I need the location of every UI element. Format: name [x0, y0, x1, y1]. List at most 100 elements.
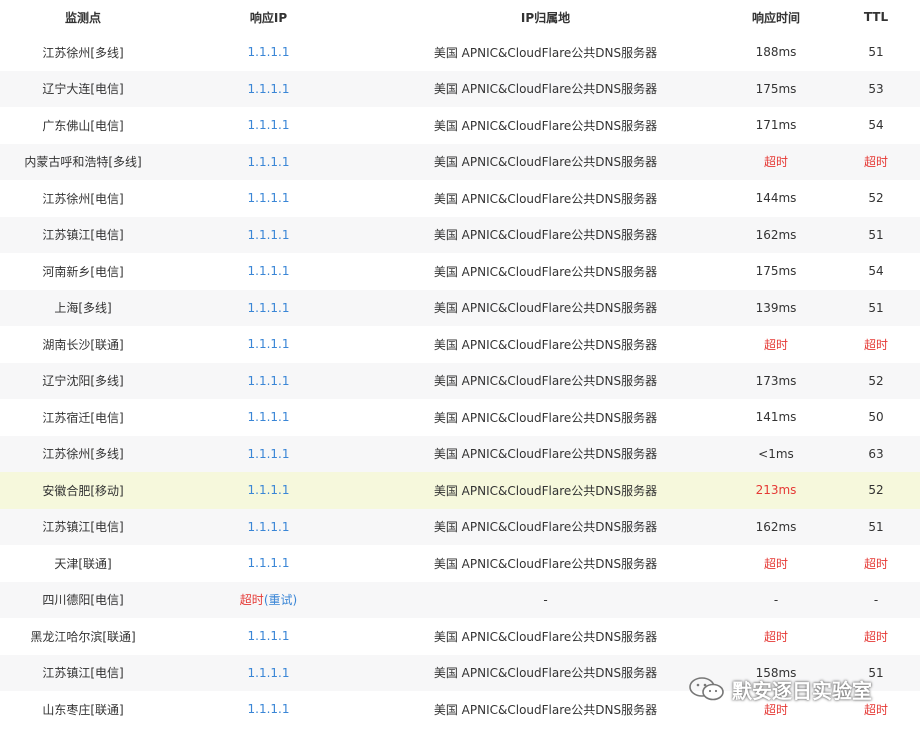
cell-ip-location: 美国 APNIC&CloudFlare公共DNS服务器 [371, 691, 720, 728]
table-row: 江苏镇江[电信] 1.1.1.1 美国 APNIC&CloudFlare公共DNS服… [0, 508, 920, 545]
cell-ip-location: 美国 APNIC&CloudFlare公共DNS服务器 [371, 180, 720, 217]
cell-site: 湖南长沙[联通] [0, 326, 166, 363]
cell-ip-location: 美国 APNIC&CloudFlare公共DNS服务器 [371, 618, 720, 655]
cell-ttl: 51 [832, 216, 920, 253]
cell-ip-location: 美国 APNIC&CloudFlare公共DNS服务器 [371, 508, 720, 545]
cell-site: 河南新乡[电信] [0, 253, 166, 290]
cell-response-time: - [720, 581, 832, 618]
cell-ip-location: 美国 APNIC&CloudFlare公共DNS服务器 [371, 362, 720, 399]
retry-link[interactable]: (重试) [264, 593, 297, 607]
cell-response-time: 超时 [720, 545, 832, 582]
cell-response-time: 超时 [720, 326, 832, 363]
cell-ip-location: 美国 APNIC&CloudFlare公共DNS服务器 [371, 216, 720, 253]
response-ip-link[interactable]: 1.1.1.1 [248, 155, 290, 169]
cell-ttl: 超时 [832, 143, 920, 180]
response-ip-link[interactable]: 1.1.1.1 [248, 556, 290, 570]
cell-ttl: 51 [832, 508, 920, 545]
table-row: 湖南长沙[联通] 1.1.1.1 美国 APNIC&CloudFlare公共DNS服… [0, 326, 920, 363]
response-ip-link[interactable]: 1.1.1.1 [248, 301, 290, 315]
response-ip-link[interactable]: 1.1.1.1 [248, 483, 290, 497]
response-ip-link[interactable]: 1.1.1.1 [248, 191, 290, 205]
cell-ttl: 超时 [832, 545, 920, 582]
table-row: 广东佛山[电信] 1.1.1.1 美国 APNIC&CloudFlare公共DNS服… [0, 107, 920, 144]
cell-response-time: 188ms [720, 34, 832, 71]
cell-site: 江苏宿迁[电信] [0, 399, 166, 436]
cell-response-ip: 1.1.1.1 [166, 289, 371, 326]
cell-ttl: 52 [832, 180, 920, 217]
cell-site: 辽宁大连[电信] [0, 70, 166, 107]
cell-site: 内蒙古呼和浩特[多线] [0, 143, 166, 180]
cell-ip-location: 美国 APNIC&CloudFlare公共DNS服务器 [371, 545, 720, 582]
table-row: 江苏徐州[电信] 1.1.1.1 美国 APNIC&CloudFlare公共DNS服… [0, 180, 920, 217]
response-ip-link[interactable]: 1.1.1.1 [248, 520, 290, 534]
cell-site: 上海[多线] [0, 289, 166, 326]
cell-response-ip: 1.1.1.1 [166, 216, 371, 253]
cell-response-time: 139ms [720, 289, 832, 326]
cell-response-ip: 1.1.1.1 [166, 654, 371, 691]
watermark-text: 默安逐日实验室 [732, 678, 872, 703]
cell-response-ip: 1.1.1.1 [166, 143, 371, 180]
table-row: 天津[联通] 1.1.1.1 美国 APNIC&CloudFlare公共DNS服务器… [0, 545, 920, 582]
header-ip-location: IP归属地 [371, 0, 720, 34]
cell-response-time: <1ms [720, 435, 832, 472]
cell-ttl: 54 [832, 107, 920, 144]
table-row: 江苏徐州[多线] 1.1.1.1 美国 APNIC&CloudFlare公共DNS服… [0, 435, 920, 472]
response-ip-link[interactable]: 1.1.1.1 [248, 666, 290, 680]
response-ip-link[interactable]: 1.1.1.1 [248, 447, 290, 461]
cell-ip-location: - [371, 581, 720, 618]
response-ip-link[interactable]: 1.1.1.1 [248, 45, 290, 59]
cell-ttl: 51 [832, 289, 920, 326]
cell-ip-location: 美国 APNIC&CloudFlare公共DNS服务器 [371, 472, 720, 509]
cell-site: 江苏徐州[电信] [0, 180, 166, 217]
cell-ttl: 63 [832, 435, 920, 472]
cell-response-time: 171ms [720, 107, 832, 144]
cell-site: 天津[联通] [0, 545, 166, 582]
table-row: 辽宁大连[电信] 1.1.1.1 美国 APNIC&CloudFlare公共DNS服… [0, 70, 920, 107]
table-body: 江苏徐州[多线] 1.1.1.1 美国 APNIC&CloudFlare公共DNS服… [0, 34, 920, 728]
cell-site: 黑龙江哈尔滨[联通] [0, 618, 166, 655]
response-ip-link[interactable]: 1.1.1.1 [248, 228, 290, 242]
response-ip-link[interactable]: 1.1.1.1 [248, 82, 290, 96]
cell-ip-location: 美国 APNIC&CloudFlare公共DNS服务器 [371, 399, 720, 436]
cell-response-ip: 1.1.1.1 [166, 508, 371, 545]
table-row: 上海[多线] 1.1.1.1 美国 APNIC&CloudFlare公共DNS服务器… [0, 289, 920, 326]
cell-response-ip: 1.1.1.1 [166, 326, 371, 363]
ping-results-table: 监测点 响应IP IP归属地 响应时间 TTL 江苏徐州[多线] 1.1.1.1 美… [0, 0, 920, 728]
cell-ttl: 51 [832, 34, 920, 71]
table-row: 黑龙江哈尔滨[联通] 1.1.1.1 美国 APNIC&CloudFlare公共DN… [0, 618, 920, 655]
cell-response-ip: 1.1.1.1 [166, 691, 371, 728]
cell-ip-location: 美国 APNIC&CloudFlare公共DNS服务器 [371, 435, 720, 472]
table-row: 江苏徐州[多线] 1.1.1.1 美国 APNIC&CloudFlare公共DNS服… [0, 34, 920, 71]
cell-site: 江苏徐州[多线] [0, 435, 166, 472]
cell-ip-location: 美国 APNIC&CloudFlare公共DNS服务器 [371, 654, 720, 691]
response-ip-link[interactable]: 1.1.1.1 [248, 264, 290, 278]
header-response-ip: 响应IP [166, 0, 371, 34]
cell-ttl: 50 [832, 399, 920, 436]
cell-response-ip: 1.1.1.1 [166, 253, 371, 290]
cell-response-ip: 1.1.1.1 [166, 472, 371, 509]
response-ip-link[interactable]: 1.1.1.1 [248, 629, 290, 643]
cell-ttl: 超时 [832, 326, 920, 363]
cell-ttl: - [832, 581, 920, 618]
cell-response-time: 超时 [720, 618, 832, 655]
cell-ip-location: 美国 APNIC&CloudFlare公共DNS服务器 [371, 289, 720, 326]
cell-response-time: 175ms [720, 70, 832, 107]
cell-response-time: 175ms [720, 253, 832, 290]
cell-response-ip: 1.1.1.1 [166, 545, 371, 582]
response-ip-link[interactable]: 1.1.1.1 [248, 118, 290, 132]
response-ip-link[interactable]: 1.1.1.1 [248, 410, 290, 424]
cell-response-time: 超时 [720, 143, 832, 180]
table-header: 监测点 响应IP IP归属地 响应时间 TTL [0, 0, 920, 34]
cell-response-time: 162ms [720, 216, 832, 253]
response-ip-link[interactable]: 1.1.1.1 [248, 374, 290, 388]
cell-site: 江苏镇江[电信] [0, 654, 166, 691]
cell-response-ip: 超时(重试) [166, 581, 371, 618]
response-ip-link[interactable]: 1.1.1.1 [248, 337, 290, 351]
cell-site: 江苏镇江[电信] [0, 216, 166, 253]
cell-ip-location: 美国 APNIC&CloudFlare公共DNS服务器 [371, 326, 720, 363]
cell-response-ip: 1.1.1.1 [166, 34, 371, 71]
cell-ttl: 54 [832, 253, 920, 290]
cell-response-ip: 1.1.1.1 [166, 107, 371, 144]
cell-ip-location: 美国 APNIC&CloudFlare公共DNS服务器 [371, 70, 720, 107]
response-ip-link[interactable]: 1.1.1.1 [248, 702, 290, 716]
